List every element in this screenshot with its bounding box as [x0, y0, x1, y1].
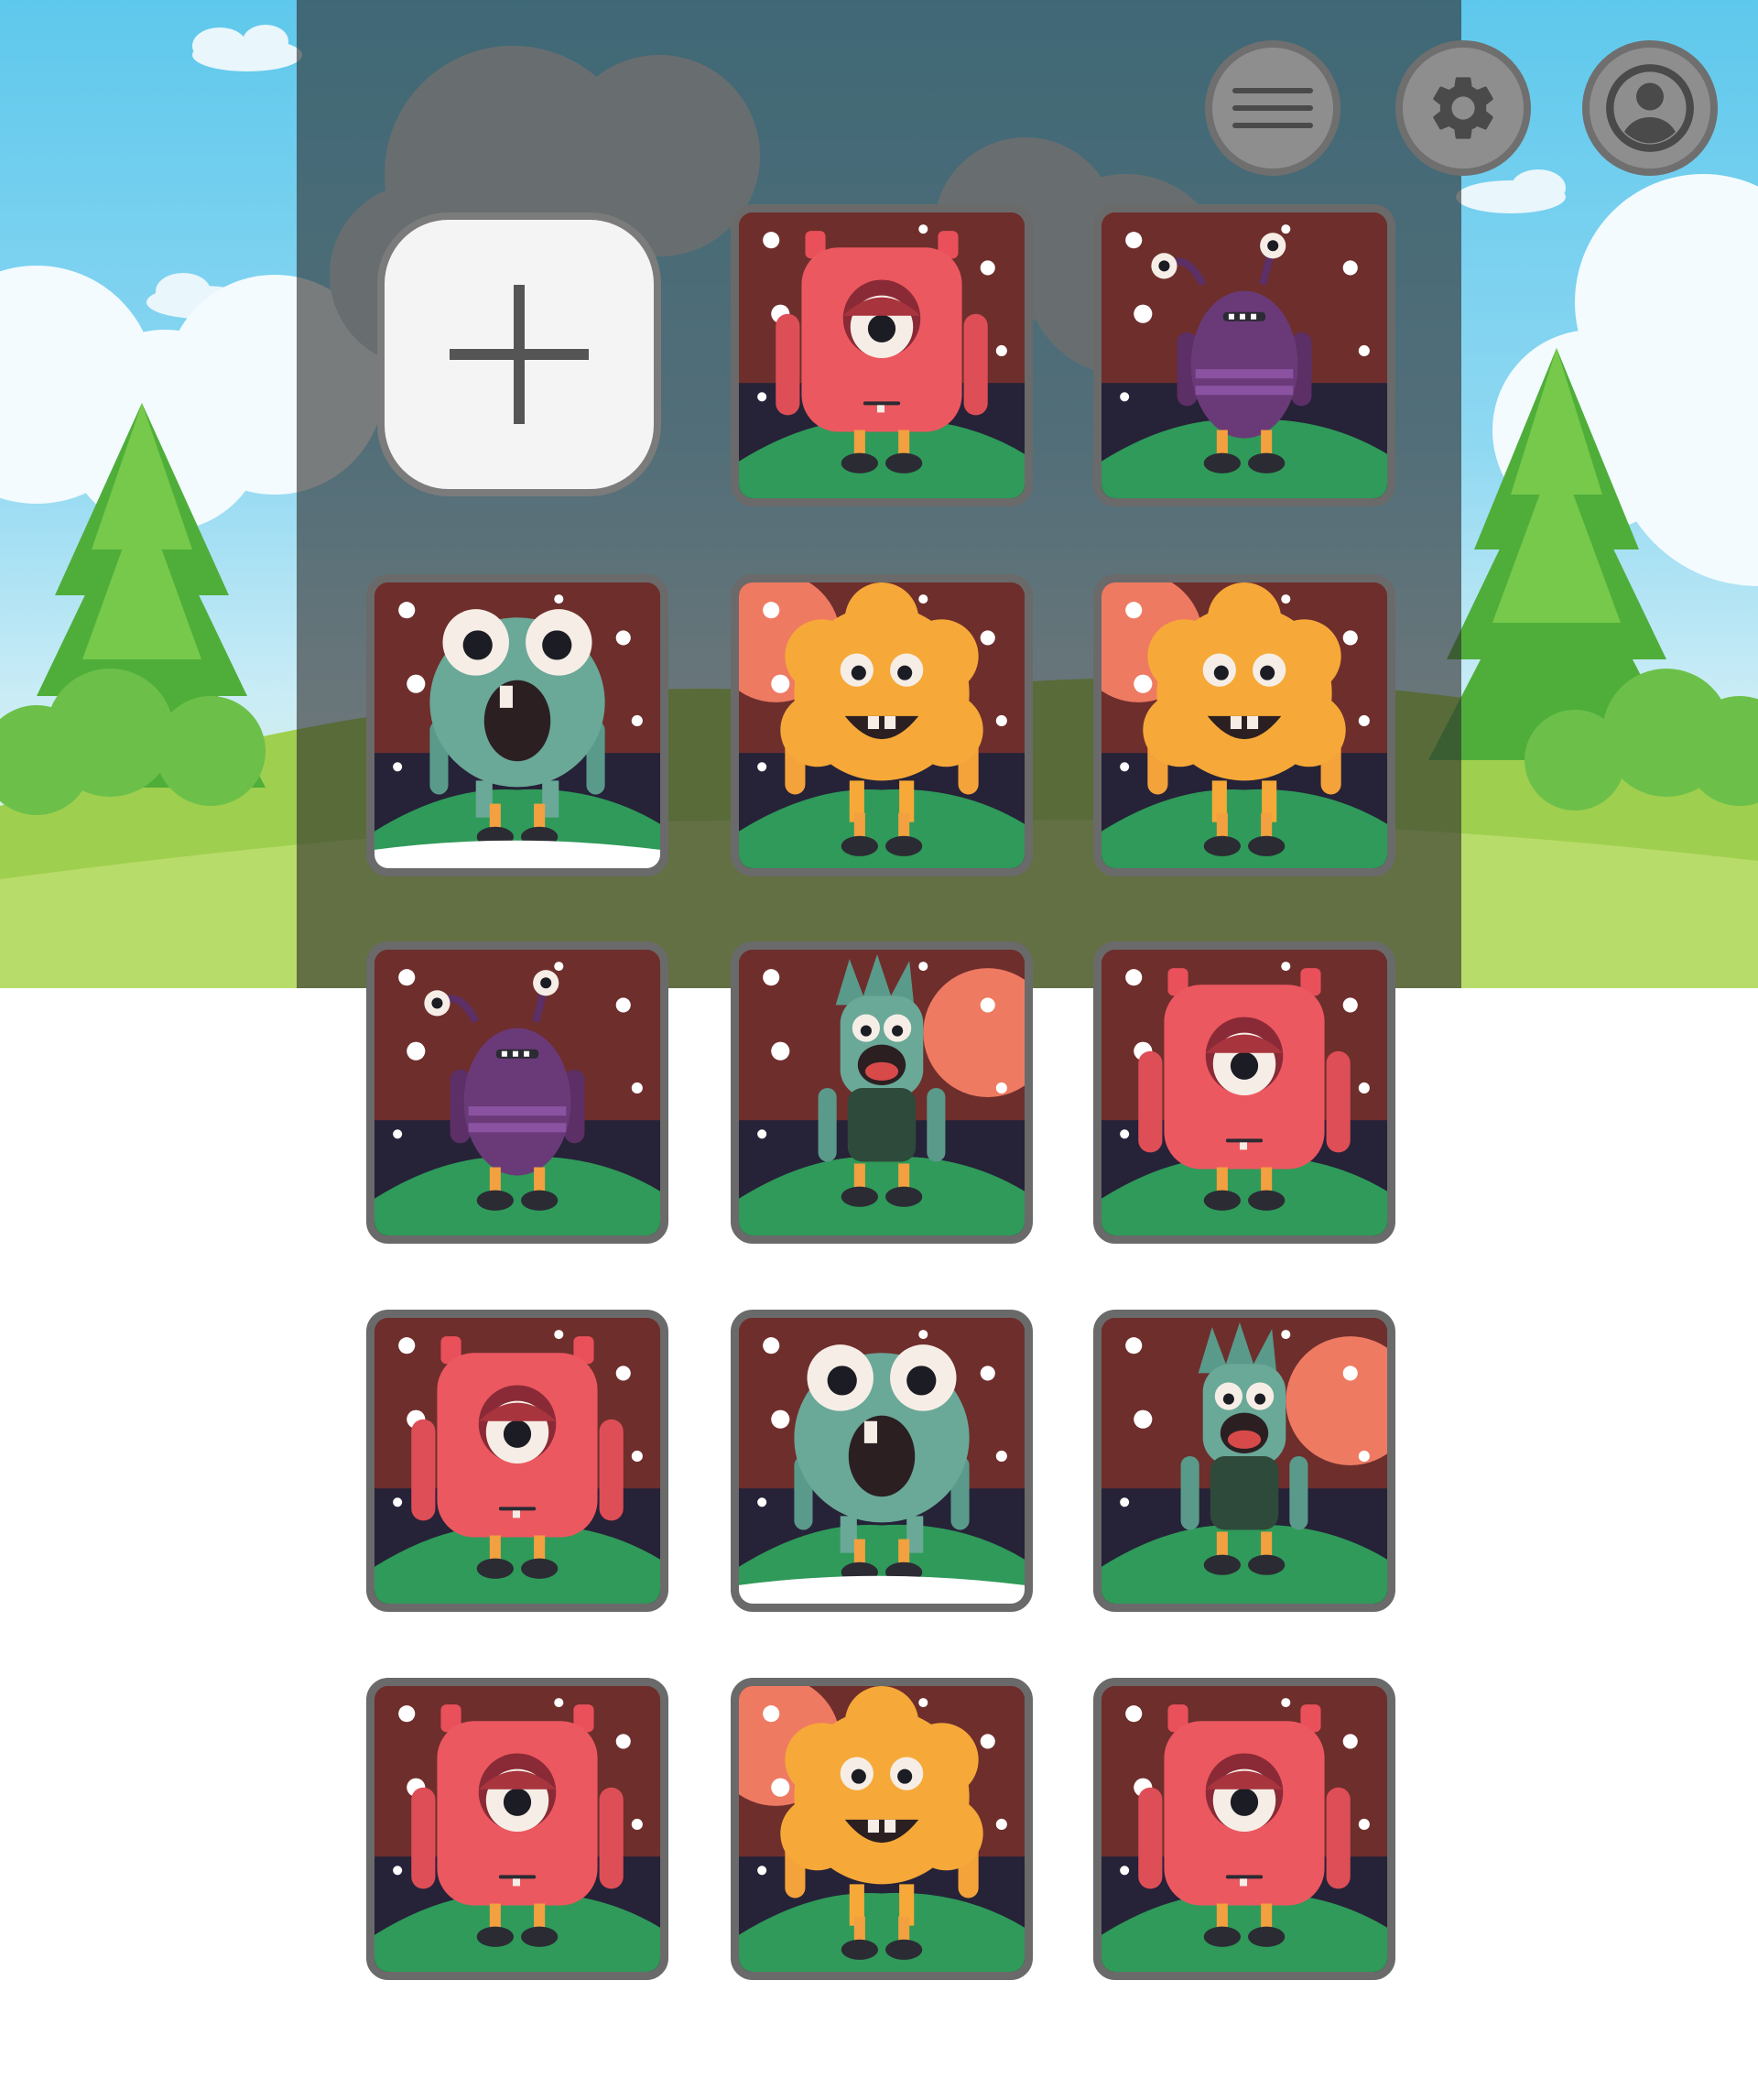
monster-thumbnail — [739, 950, 1025, 1235]
monster-thumbnail — [374, 950, 660, 1235]
monster-thumbnail — [1101, 212, 1387, 498]
add-monster-button[interactable] — [377, 212, 661, 496]
monster-tile-red-cyclops[interactable] — [366, 1310, 668, 1612]
profile-button[interactable] — [1582, 40, 1718, 176]
monster-thumbnail — [374, 1318, 660, 1604]
monster-tile-orange-blob[interactable] — [1093, 574, 1395, 876]
monster-tile-green-frog[interactable] — [731, 1310, 1033, 1612]
menu-button[interactable] — [1205, 40, 1340, 176]
monster-tile-green-frog[interactable] — [366, 574, 668, 876]
monster-tile-red-cyclops[interactable] — [1093, 941, 1395, 1244]
monster-thumbnail — [374, 582, 660, 868]
monster-thumbnail — [739, 1318, 1025, 1604]
monster-tile-orange-blob[interactable] — [731, 1678, 1033, 1980]
monster-thumbnail — [374, 1686, 660, 1972]
monster-tile-red-cyclops[interactable] — [1093, 1678, 1395, 1980]
monster-thumbnail — [739, 212, 1025, 498]
monster-thumbnail — [739, 1686, 1025, 1972]
monster-tile-orange-blob[interactable] — [731, 574, 1033, 876]
monster-tile-purple-antenna[interactable] — [366, 941, 668, 1244]
monster-thumbnail — [739, 582, 1025, 868]
monster-tile-green-zombie[interactable] — [1093, 1310, 1395, 1612]
monster-thumbnail — [1101, 1686, 1387, 1972]
monster-tile-red-cyclops[interactable] — [731, 204, 1033, 506]
monster-thumbnail — [1101, 582, 1387, 868]
monster-tile-purple-antenna[interactable] — [1093, 204, 1395, 506]
monster-tile-red-cyclops[interactable] — [366, 1678, 668, 1980]
plus-icon — [450, 285, 589, 424]
user-profile-icon — [1606, 64, 1694, 152]
gear-icon — [1433, 77, 1493, 139]
settings-button[interactable] — [1395, 40, 1531, 176]
monster-tile-green-zombie[interactable] — [731, 941, 1033, 1244]
monster-thumbnail — [1101, 950, 1387, 1235]
monster-thumbnail — [1101, 1318, 1387, 1604]
hamburger-menu-icon — [1232, 76, 1313, 140]
